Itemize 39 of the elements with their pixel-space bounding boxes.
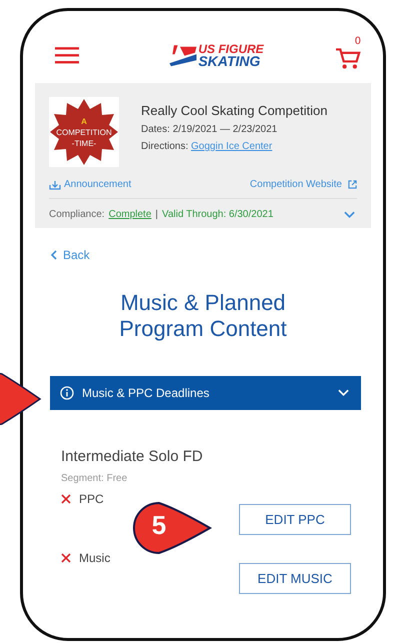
dates-value: 2/19/2021 — 2/23/2021 xyxy=(172,124,278,135)
image-caption: COMPETITION xyxy=(56,126,112,138)
step-callout: 5 xyxy=(132,501,212,555)
chevron-left-icon xyxy=(51,250,57,260)
requirement-label: Music xyxy=(79,551,110,565)
menu-icon[interactable] xyxy=(55,46,79,64)
image-caption: A xyxy=(81,116,87,126)
logo-text: SKATING xyxy=(198,55,260,67)
dates-label: Dates: xyxy=(141,124,170,135)
deadlines-accordion[interactable]: Music & PPC Deadlines xyxy=(50,376,361,410)
cart-count: 0 xyxy=(354,36,361,47)
directions-link[interactable]: Goggin Ice Center xyxy=(191,141,272,152)
chevron-icon xyxy=(338,389,349,397)
starburst-drawing xyxy=(49,97,119,167)
separator: | xyxy=(155,209,158,220)
logo[interactable]: US FIGURE SKATING xyxy=(168,43,264,67)
compliance-status-link[interactable]: Complete xyxy=(108,209,152,220)
edit-button[interactable]: EDIT PPC xyxy=(239,504,351,535)
announcement-link[interactable]: Announcement xyxy=(49,179,132,190)
competition-website-link[interactable]: Competition Website xyxy=(250,179,357,190)
skater-flag-icon xyxy=(168,43,198,67)
compliance-label: Compliance: xyxy=(49,209,105,220)
image-caption: -TIME- xyxy=(72,138,96,148)
logo-text: US FIGURE xyxy=(198,43,264,55)
edit-button[interactable]: EDIT MUSIC xyxy=(239,563,351,594)
requirement-label: PPC xyxy=(79,492,104,506)
back-link[interactable]: Back xyxy=(51,248,90,262)
directions-label: Directions: xyxy=(141,141,188,152)
page-title: Music & Planned Program Content xyxy=(118,290,288,342)
competition-title: Really Cool Skating Competition xyxy=(141,103,328,118)
segment-text: Segment: Free xyxy=(61,473,128,484)
valid-through-text: Valid Through: 6/30/2021 xyxy=(162,209,274,220)
external-link-icon xyxy=(348,180,357,189)
info-icon xyxy=(60,386,74,400)
chevron-icon[interactable] xyxy=(344,210,355,218)
cart-icon xyxy=(335,46,361,70)
callout-marker xyxy=(0,373,42,425)
event-name: Intermediate Solo FD xyxy=(61,448,204,465)
download-icon xyxy=(49,180,61,190)
